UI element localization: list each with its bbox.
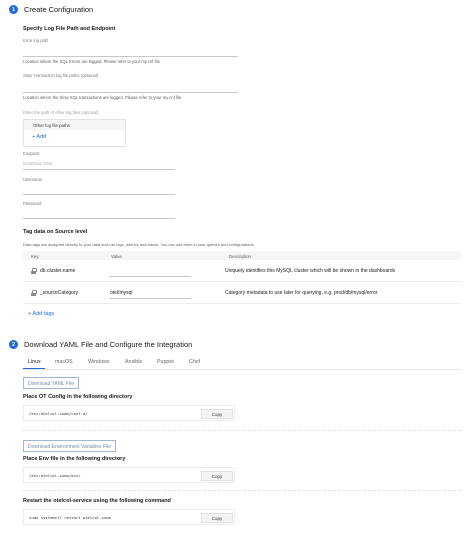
step-2-header: 2 Download YAML File and Configure the I… — [9, 340, 192, 349]
restart-title: Restart the otelcol-service using the fo… — [23, 498, 171, 504]
tag-value-input[interactable] — [109, 276, 191, 277]
tag-value-input[interactable]: otel/mysql — [110, 290, 133, 296]
col-description: Description — [229, 253, 251, 259]
table-row: db.cluster.name Uniquely identifies this… — [23, 260, 461, 282]
step-title: Download YAML File and Configure the Int… — [24, 340, 193, 349]
slow-log-input[interactable] — [23, 92, 238, 93]
divider — [23, 490, 461, 491]
download-yaml-button[interactable]: Download YAML File — [23, 377, 80, 389]
section-title: Specify Log File Path and Endpoint — [23, 26, 116, 32]
password-label: Password — [23, 201, 42, 206]
env-path: /etc/otelcol-sumo/env/ — [29, 473, 81, 478]
copy-button[interactable]: Copy — [201, 470, 233, 481]
tab-linux[interactable]: Linux — [28, 359, 41, 365]
other-paths-box: Other log file paths + Add — [23, 119, 126, 147]
active-tab-indicator — [23, 368, 45, 370]
add-path-button[interactable]: + Add — [32, 134, 46, 140]
endpoint-label: Endpoint — [23, 151, 40, 156]
username-input[interactable] — [23, 194, 175, 195]
tab-chef[interactable]: Chef — [189, 359, 200, 365]
tags-description: Data tags are assigned directly to your … — [23, 242, 255, 247]
tab-windows[interactable]: Windows — [88, 359, 110, 365]
download-env-button[interactable]: Download Environment Variables File — [23, 440, 117, 452]
env-code-box: /etc/otelcol-sumo/env/ Copy — [23, 467, 235, 483]
slow-log-hint: Location where the Slow SQL transactions… — [23, 95, 182, 100]
tabs-divider — [23, 369, 461, 370]
tags-table: Key Value Description db.cluster.name Un… — [23, 251, 461, 311]
table-row: _sourceCategory otel/mysql Category meta… — [23, 282, 461, 304]
step-number-badge: 2 — [9, 340, 18, 349]
tab-macos[interactable]: macOS — [55, 359, 73, 365]
lock-icon — [31, 268, 37, 274]
divider — [23, 430, 461, 431]
tab-puppet[interactable]: Puppet — [157, 359, 174, 365]
error-log-hint: Location where the SQL Errors are logged… — [23, 59, 160, 64]
endpoint-input[interactable] — [23, 169, 175, 170]
otconfig-code-box: /etc/otelcol-sumo/conf.d/ Copy — [23, 405, 235, 421]
restart-code-box: sudo systemctl restart otelcol-sumo Copy — [23, 509, 235, 525]
other-paths-hint: Enter the path of other log files (optio… — [23, 110, 99, 115]
error-log-input[interactable] — [23, 56, 238, 57]
tag-key: _sourceCategory — [40, 290, 79, 296]
otconfig-path: /etc/otelcol-sumo/conf.d/ — [29, 411, 88, 416]
other-paths-header: Other log file paths — [24, 120, 125, 130]
username-label: Username — [23, 177, 43, 182]
tag-value-underline — [109, 298, 191, 299]
error-log-label: Error log path — [23, 38, 49, 43]
tab-ansible[interactable]: Ansible — [125, 359, 142, 365]
add-tags-button[interactable]: + Add tags — [28, 311, 54, 317]
col-value: Value — [111, 253, 122, 259]
col-key: Key — [31, 253, 39, 259]
endpoint-input-placeholder[interactable]: localhost:3306 — [23, 161, 53, 166]
step-1-header: 1 Create Configuration — [9, 5, 93, 14]
tags-title: Tag data on Source level — [23, 229, 88, 235]
otconfig-title: Place OT Config in the following directo… — [23, 394, 133, 400]
step-title: Create Configuration — [24, 5, 94, 14]
copy-button[interactable]: Copy — [201, 512, 233, 523]
tag-description: Category metadata to use later for query… — [225, 290, 378, 296]
lock-icon — [31, 290, 37, 296]
password-input[interactable] — [23, 218, 175, 219]
env-title: Place Env file in the following director… — [23, 456, 126, 462]
slow-log-label: Slow Transaction log file paths (optiona… — [23, 73, 99, 78]
copy-button[interactable]: Copy — [201, 408, 233, 419]
tag-description: Uniquely identifies this MySQL cluster w… — [225, 268, 396, 274]
restart-command: sudo systemctl restart otelcol-sumo — [29, 515, 111, 520]
tag-key: db.cluster.name — [40, 268, 76, 274]
tags-table-header: Key Value Description — [23, 251, 461, 260]
step-number-badge: 1 — [9, 5, 18, 14]
